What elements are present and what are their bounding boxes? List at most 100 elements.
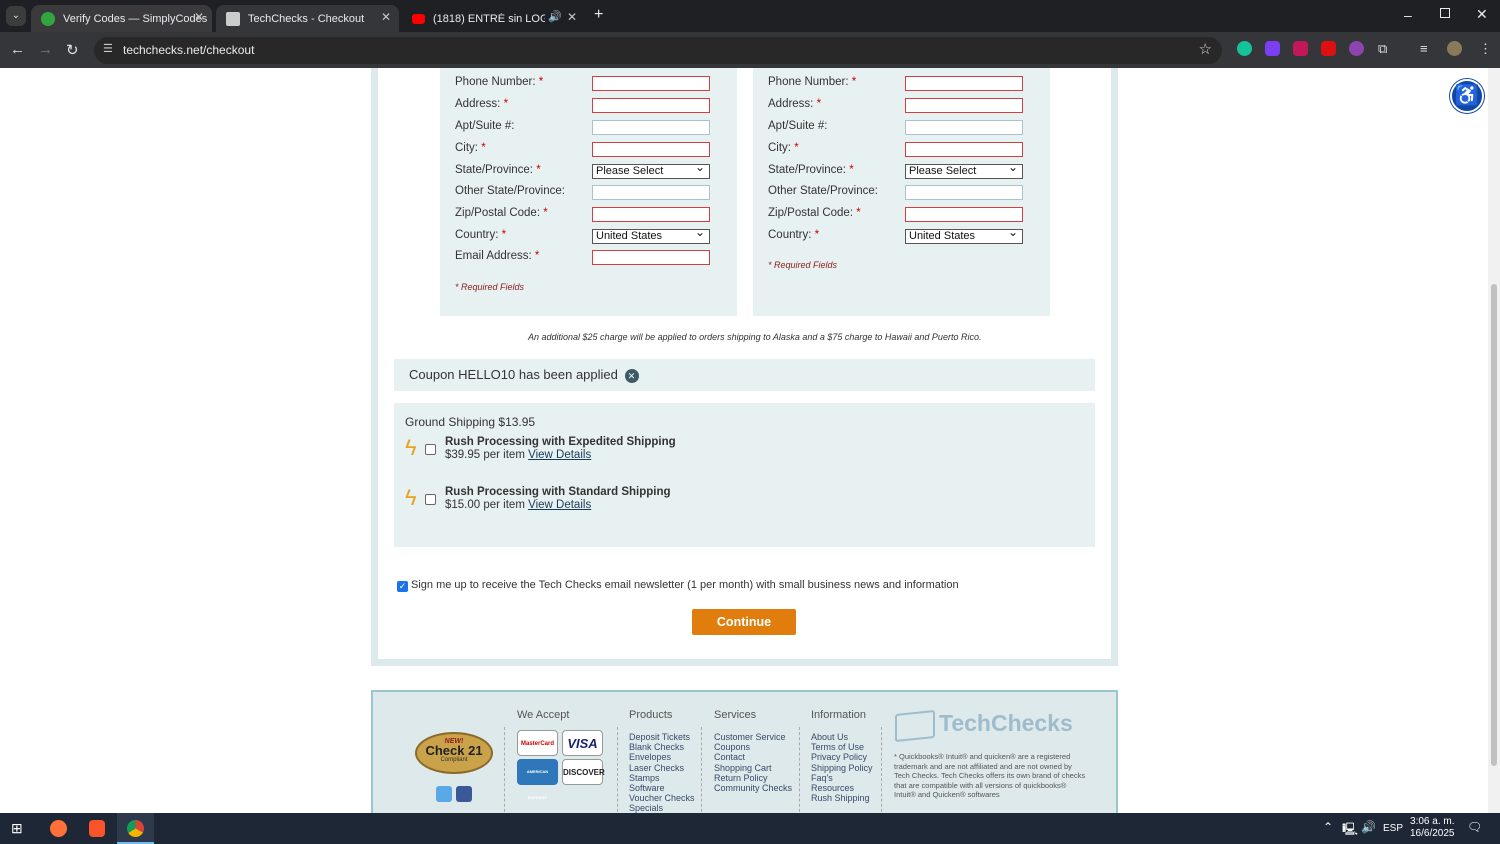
firefox-icon[interactable] (50, 820, 67, 837)
lightning-icon: ϟ (405, 435, 417, 460)
volume-icon[interactable]: 🔊 (1361, 820, 1376, 834)
tab-simplycodes[interactable]: Verify Codes — SimplyCodes ✕ (31, 5, 212, 32)
remove-coupon-icon[interactable]: ✕ (624, 368, 639, 383)
shipping-zip-input[interactable] (905, 207, 1023, 222)
tab-youtube[interactable]: (1818) ENTRÉ sin LOGIN en 🔊 ✕ (402, 5, 585, 32)
footer-link[interactable]: Specials (629, 803, 695, 813)
close-window-button[interactable]: ✕ (1476, 6, 1488, 23)
shipping-phone-input[interactable] (905, 76, 1023, 91)
language-indicator[interactable]: ESP (1383, 823, 1403, 834)
grammarly-extension-icon[interactable] (1237, 41, 1252, 56)
footer-link[interactable]: Customer Service (714, 732, 792, 742)
restore-button[interactable] (1440, 8, 1450, 18)
billing-email-input[interactable] (592, 250, 710, 265)
chrome-taskbar-button[interactable] (117, 813, 154, 844)
trademark-disclaimer: * Quickbooks® Intuit® and quicken® are a… (894, 752, 1086, 800)
standard-rush-checkbox[interactable] (425, 494, 436, 505)
shipping-address-label: Address: * (768, 98, 822, 110)
footer-link[interactable]: Stamps (629, 773, 695, 783)
browser-menu-icon[interactable]: ⋮ (1479, 41, 1492, 57)
shipping-zip-label: Zip/Postal Code: * (768, 207, 861, 219)
address-bar[interactable]: ☰ techchecks.net/checkout ☆ (94, 37, 1222, 64)
shipping-other-state-input[interactable] (905, 185, 1023, 200)
billing-city-label: City: * (455, 142, 486, 154)
continue-button[interactable]: Continue (692, 609, 796, 635)
ground-shipping-text: Ground Shipping $13.95 (405, 415, 536, 429)
footer-link[interactable]: Deposit Tickets (629, 732, 695, 742)
billing-city-input[interactable] (592, 142, 710, 157)
browser-tab-strip: ⌄ Verify Codes — SimplyCodes ✕ TechCheck… (0, 0, 1500, 32)
extensions-puzzle-icon[interactable]: ⧉ (1378, 41, 1387, 57)
extension-a-icon[interactable] (1265, 41, 1280, 56)
profile-avatar[interactable] (1447, 41, 1462, 56)
footer-link[interactable]: Rush Shipping (811, 793, 873, 803)
shield-extension-icon[interactable] (1293, 41, 1308, 56)
billing-zip-input[interactable] (592, 207, 710, 222)
tab-list-button[interactable]: ⌄ (6, 6, 26, 26)
products-links: Deposit Tickets Blank Checks Envelopes L… (629, 732, 695, 813)
footer-link[interactable]: Resources (811, 783, 873, 793)
footer-link[interactable]: Terms of Use (811, 742, 873, 752)
footer-link[interactable]: Contact (714, 752, 792, 762)
tray-chevron-icon[interactable]: ⌃ (1323, 820, 1333, 834)
billing-address-input[interactable] (592, 98, 710, 113)
footer-link[interactable]: Envelopes (629, 752, 695, 762)
notification-icon[interactable]: 🗨 (1467, 820, 1482, 834)
shipping-city-input[interactable] (905, 142, 1023, 157)
shipping-address-input[interactable] (905, 98, 1023, 113)
scrollbar-thumb[interactable] (1491, 284, 1497, 766)
brave-icon[interactable] (89, 820, 105, 837)
minimize-button[interactable]: – (1404, 7, 1412, 23)
footer-link[interactable]: About Us (811, 732, 873, 742)
billing-country-select[interactable]: United States (592, 226, 710, 244)
newsletter-checkbox[interactable]: ✓ (397, 581, 408, 592)
footer-link[interactable]: Voucher Checks (629, 793, 695, 803)
network-icon[interactable]: 🖳 (1342, 820, 1358, 841)
shipping-state-label: State/Province: * (768, 164, 854, 176)
close-tab-icon[interactable]: ✕ (567, 10, 577, 24)
billing-other-state-input[interactable] (592, 185, 710, 200)
bookmark-star-icon[interactable]: ☆ (1199, 40, 1212, 58)
media-control-icon[interactable]: ≡ (1420, 41, 1428, 56)
clock[interactable]: 3:06 a. m. 16/6/2025 (1410, 816, 1455, 840)
footer-link[interactable]: Return Policy (714, 773, 792, 783)
footer-link[interactable]: Shopping Cart (714, 763, 792, 773)
billing-address-panel: Phone Number: * Address: * Apt/Suite #: … (440, 68, 737, 316)
standard-rush-title: Rush Processing with Standard Shipping (445, 486, 671, 498)
shipping-country-select[interactable]: United States (905, 226, 1023, 244)
footer-link[interactable]: Community Checks (714, 783, 792, 793)
footer-link[interactable]: Blank Checks (629, 742, 695, 752)
close-tab-icon[interactable]: ✕ (194, 10, 204, 24)
speaker-icon[interactable]: 🔊 (548, 10, 562, 23)
todo-extension-icon[interactable] (1321, 41, 1336, 56)
footer-link[interactable]: Laser Checks (629, 763, 695, 773)
page-scrollbar[interactable] (1488, 68, 1500, 813)
accessibility-icon[interactable]: ♿ (1450, 79, 1484, 113)
site-settings-icon[interactable]: ☰ (103, 42, 113, 55)
windows-start-icon[interactable]: ⊞ (11, 820, 23, 837)
expedited-shipping-checkbox[interactable] (425, 444, 436, 455)
footer-link[interactable]: Shipping Policy (811, 763, 873, 773)
back-button[interactable]: ← (10, 41, 25, 58)
billing-state-select[interactable]: Please Select (592, 161, 710, 179)
purple-extension-icon[interactable] (1349, 41, 1364, 56)
shipping-apt-input[interactable] (905, 120, 1023, 135)
expedited-view-details-link[interactable]: View Details (528, 449, 591, 461)
footer-link[interactable]: Privacy Policy (811, 752, 873, 762)
footer-link[interactable]: Faq's (811, 773, 873, 783)
twitter-icon[interactable] (436, 786, 452, 802)
reload-button[interactable]: ↻ (66, 41, 79, 59)
forward-button[interactable]: → (38, 41, 53, 58)
new-tab-button[interactable]: + (594, 6, 603, 24)
standard-view-details-link[interactable]: View Details (528, 499, 591, 511)
windows-taskbar: ⊞ ⌃ 🖳 🔊 ESP 3:06 a. m. 16/6/2025 🗨 (0, 813, 1500, 844)
billing-apt-input[interactable] (592, 120, 710, 135)
billing-phone-input[interactable] (592, 76, 710, 91)
close-tab-icon[interactable]: ✕ (381, 10, 391, 24)
url-text: techchecks.net/checkout (123, 43, 255, 57)
footer-link[interactable]: Coupons (714, 742, 792, 752)
tab-techchecks[interactable]: TechChecks - Checkout ✕ (216, 5, 399, 32)
footer-link[interactable]: Software (629, 783, 695, 793)
facebook-icon[interactable] (456, 786, 472, 802)
shipping-state-select[interactable]: Please Select (905, 161, 1023, 179)
